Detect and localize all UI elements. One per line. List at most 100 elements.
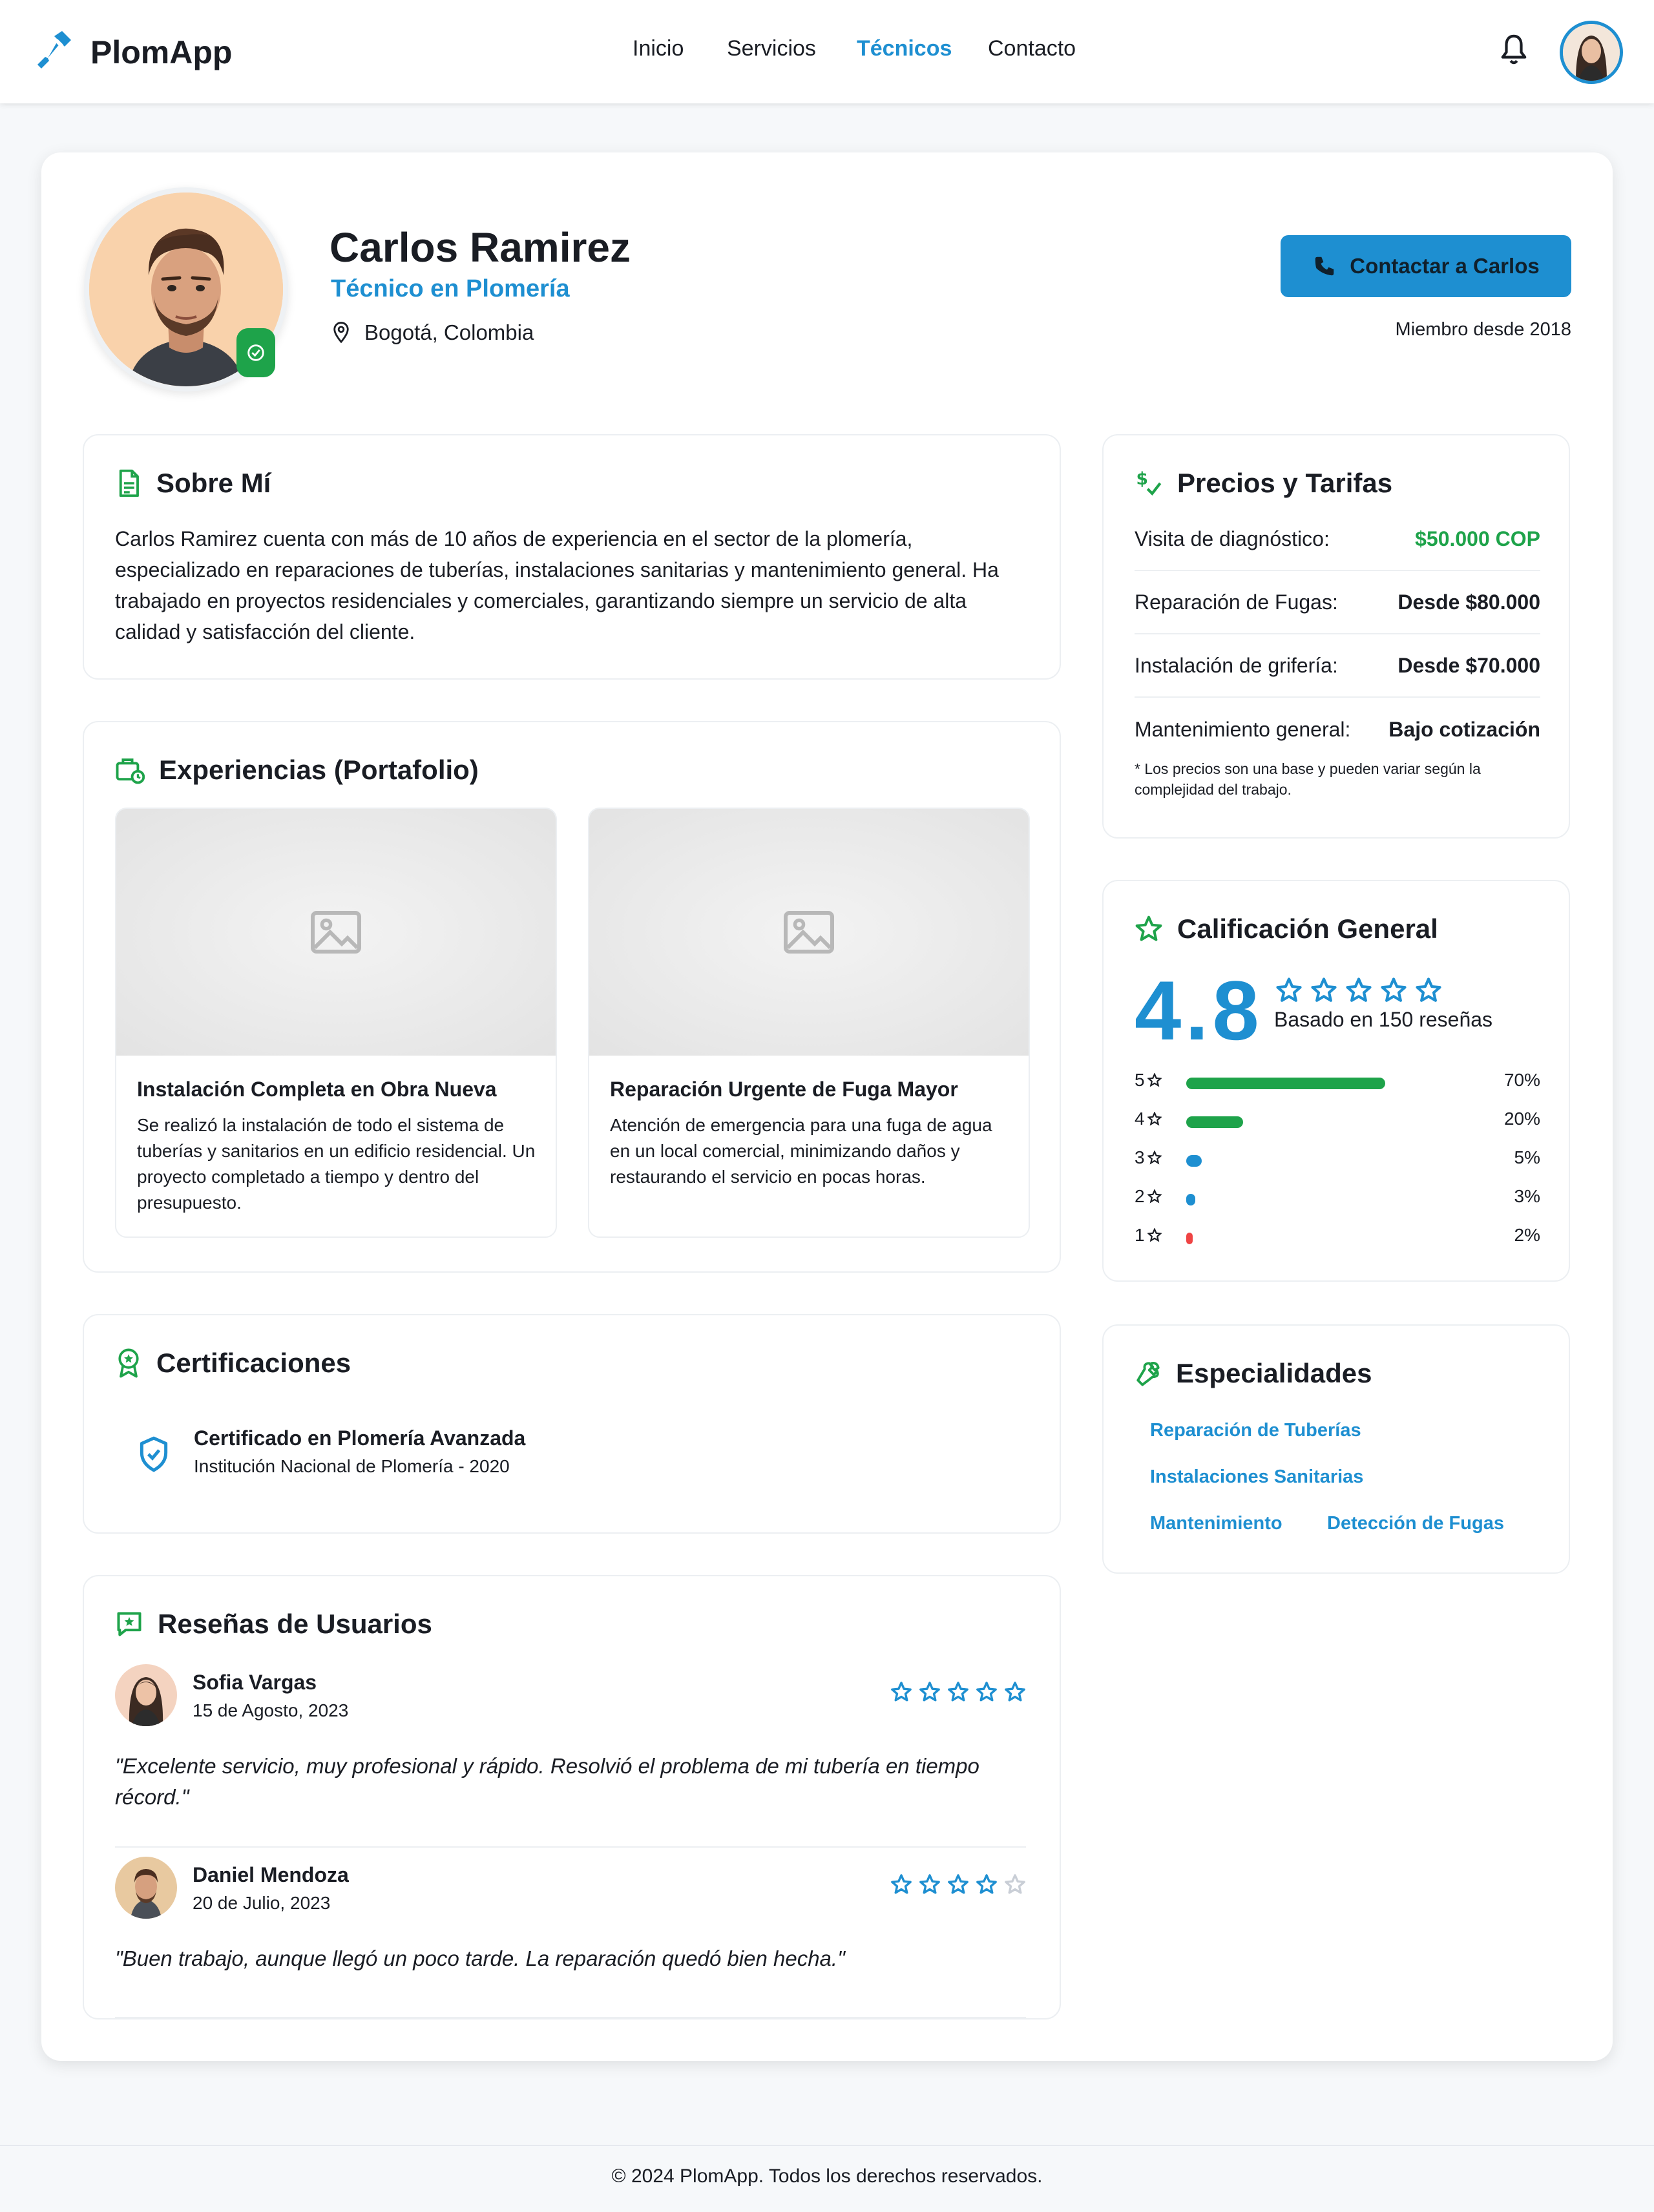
star-icon bbox=[1135, 915, 1162, 941]
specialties-panel: Especialidades Reparación de Tuberías In… bbox=[1102, 1324, 1570, 1574]
rating-bar-track bbox=[1186, 1078, 1471, 1089]
prices-title: $ Precios y Tarifas bbox=[1135, 468, 1393, 499]
user-avatar[interactable] bbox=[1560, 21, 1623, 84]
nav-item-inicio[interactable]: Inicio bbox=[633, 36, 684, 61]
price-row: Mantenimiento general: Bajo cotización bbox=[1135, 698, 1540, 761]
rating-bar-percent: 5% bbox=[1514, 1147, 1540, 1167]
reviewer-name: Sofia Vargas bbox=[193, 1671, 317, 1694]
rating-bar-fill bbox=[1186, 1116, 1243, 1128]
location-pin-icon bbox=[333, 322, 349, 344]
price-value: Bajo cotización bbox=[1388, 717, 1540, 741]
top-navbar: PlomApp Inicio Servicios Técnicos Contac… bbox=[0, 0, 1654, 103]
star-icon bbox=[891, 1682, 912, 1702]
rating-bar-star-number: 5 bbox=[1135, 1070, 1145, 1090]
rating-bar-percent: 70% bbox=[1503, 1070, 1540, 1090]
rating-bar-star-number: 2 bbox=[1135, 1186, 1145, 1206]
rating-bar-row: 3 5% bbox=[1135, 1147, 1540, 1173]
portfolio-image bbox=[116, 809, 556, 1056]
specialty-tag[interactable]: Mantenimiento bbox=[1150, 1513, 1282, 1534]
rating-bar-label: 5 bbox=[1135, 1070, 1162, 1090]
nav-item-servicios[interactable]: Servicios bbox=[727, 36, 816, 61]
shield-check-icon bbox=[137, 1435, 171, 1476]
specialties-title: Especialidades bbox=[1135, 1358, 1372, 1389]
certification-name: Certificado en Plomería Avanzada bbox=[194, 1426, 526, 1450]
bell-icon[interactable] bbox=[1499, 34, 1529, 69]
reviewer-avatar bbox=[115, 1664, 177, 1726]
award-icon bbox=[118, 1348, 139, 1378]
star-icon bbox=[1147, 1228, 1162, 1242]
about-panel: Sobre Mí Carlos Ramirez cuenta con más d… bbox=[83, 434, 1061, 680]
phone-icon bbox=[1315, 256, 1334, 276]
rating-bar-row: 2 3% bbox=[1135, 1186, 1540, 1212]
rating-bar-row: 5 70% bbox=[1135, 1070, 1540, 1096]
reviewer-name: Daniel Mendoza bbox=[193, 1863, 349, 1886]
review-date: 20 de Julio, 2023 bbox=[193, 1893, 331, 1913]
review-text: "Buen trabajo, aunque llegó un poco tard… bbox=[115, 1946, 845, 1970]
specialty-tag[interactable]: Detección de Fugas bbox=[1327, 1513, 1504, 1534]
rating-bar-star-number: 1 bbox=[1135, 1225, 1145, 1245]
price-value: Desde $80.000 bbox=[1398, 590, 1540, 614]
member-since: Miembro desde 2018 bbox=[1395, 319, 1571, 340]
image-placeholder-icon bbox=[311, 911, 361, 954]
star-icon bbox=[976, 1682, 997, 1702]
nav-item-tecnicos[interactable]: Técnicos bbox=[857, 36, 952, 61]
rating-bar-fill bbox=[1186, 1233, 1193, 1244]
star-icon bbox=[1005, 1874, 1025, 1894]
star-icon bbox=[1276, 977, 1302, 1002]
certifications-panel: Certificaciones Certificado en Plomería … bbox=[83, 1314, 1061, 1534]
reviews-title: Reseñas de Usuarios bbox=[115, 1609, 432, 1640]
review-text: "Excelente servicio, muy profesional y r… bbox=[115, 1754, 979, 1809]
specialty-tag[interactable]: Reparación de Tuberías bbox=[1150, 1420, 1361, 1441]
specialty-tag[interactable]: Instalaciones Sanitarias bbox=[1150, 1466, 1363, 1488]
price-value: Desde $70.000 bbox=[1398, 653, 1540, 677]
rating-stars bbox=[1275, 977, 1442, 1004]
rating-bar-label: 2 bbox=[1135, 1186, 1162, 1207]
review-stars bbox=[890, 1681, 1026, 1703]
rating-bar-label: 1 bbox=[1135, 1225, 1162, 1246]
svg-text:$: $ bbox=[1136, 469, 1148, 489]
prices-panel: $ Precios y Tarifas Visita de diagnóstic… bbox=[1102, 434, 1570, 839]
star-icon bbox=[1147, 1073, 1162, 1087]
briefcase-icon bbox=[116, 758, 145, 784]
contact-button[interactable]: Contactar a Carlos bbox=[1281, 235, 1571, 297]
image-placeholder-icon bbox=[784, 911, 834, 954]
rating-bar-track bbox=[1186, 1155, 1471, 1167]
rating-bar-track bbox=[1186, 1116, 1471, 1128]
location-text: Bogotá, Colombia bbox=[364, 320, 534, 344]
nav-item-contacto[interactable]: Contacto bbox=[988, 36, 1076, 61]
wrench-icon bbox=[1136, 1362, 1160, 1386]
rating-value: 4.8 bbox=[1135, 963, 1263, 1058]
footer-divider bbox=[0, 2145, 1654, 2146]
price-label: Reparación de Fugas: bbox=[1135, 590, 1338, 614]
price-row: Visita de diagnóstico: $50.000 COP bbox=[1135, 508, 1540, 571]
about-text: Carlos Ramirez cuenta con más de 10 años… bbox=[115, 527, 999, 643]
portfolio-image bbox=[589, 809, 1029, 1056]
price-label: Visita de diagnóstico: bbox=[1135, 527, 1330, 550]
rating-bar-row: 1 2% bbox=[1135, 1225, 1540, 1251]
star-icon bbox=[1147, 1189, 1162, 1204]
portfolio-card[interactable]: Reparación Urgente de Fuga Mayor Atenció… bbox=[588, 808, 1030, 1238]
star-icon bbox=[1005, 1682, 1025, 1702]
verified-badge-icon bbox=[236, 328, 275, 377]
rating-title: Calificación General bbox=[1135, 913, 1438, 944]
rating-count: Basado en 150 reseñas bbox=[1274, 1008, 1493, 1031]
rating-bar-percent: 2% bbox=[1514, 1225, 1540, 1245]
certifications-title: Certificaciones bbox=[115, 1348, 351, 1379]
rating-bar-percent: 20% bbox=[1503, 1109, 1540, 1129]
about-title: Sobre Mí bbox=[115, 468, 271, 499]
portfolio-item-title: Instalación Completa en Obra Nueva bbox=[137, 1078, 497, 1101]
star-icon bbox=[1311, 977, 1337, 1002]
rating-bar-percent: 3% bbox=[1514, 1186, 1540, 1206]
portfolio-title: Experiencias (Portafolio) bbox=[115, 755, 479, 786]
rating-bar-fill bbox=[1186, 1194, 1195, 1205]
star-icon bbox=[1147, 1112, 1162, 1126]
portfolio-item-desc: Se realizó la instalación de todo el sis… bbox=[137, 1115, 536, 1213]
star-icon bbox=[1147, 1151, 1162, 1165]
rating-panel: Calificación General 4.8 Basado en 150 r… bbox=[1102, 880, 1570, 1282]
star-icon bbox=[1381, 977, 1407, 1002]
rating-bar-star-number: 3 bbox=[1135, 1147, 1145, 1167]
rating-bar-track bbox=[1186, 1233, 1471, 1244]
star-icon bbox=[919, 1874, 940, 1894]
portfolio-card[interactable]: Instalación Completa en Obra Nueva Se re… bbox=[115, 808, 557, 1238]
price-label: Instalación de grifería: bbox=[1135, 653, 1338, 677]
